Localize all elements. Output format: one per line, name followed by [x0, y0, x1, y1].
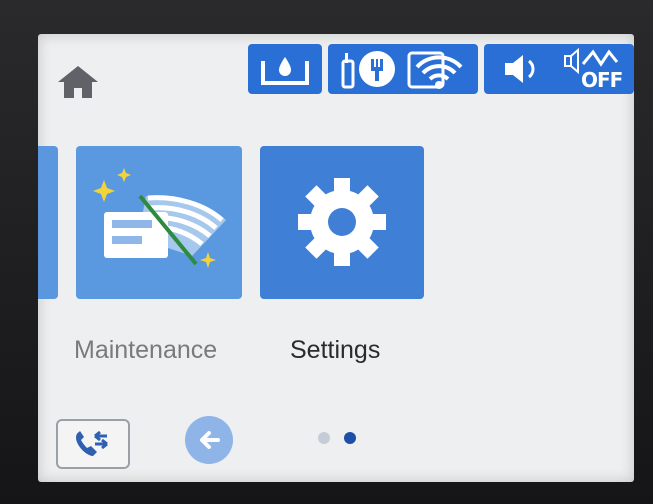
gear-icon	[298, 178, 386, 266]
sound-icon	[505, 55, 535, 83]
settings-tile[interactable]	[260, 146, 424, 299]
ink-status	[248, 44, 322, 94]
back-arrow-icon	[200, 431, 220, 449]
wifi-icon	[407, 51, 463, 89]
fax-icon	[76, 430, 108, 456]
quiet-mode-text: OFF	[581, 68, 623, 92]
sound-status: OFF	[484, 44, 634, 94]
touch-screen: OFF Maintenance Settings	[38, 34, 634, 482]
ink-level-button[interactable]	[248, 44, 322, 94]
page-dot-1[interactable]	[318, 432, 330, 444]
quiet-mode-icon: OFF	[561, 46, 623, 92]
network-status	[328, 44, 478, 94]
page-indicator	[318, 432, 356, 444]
home-button[interactable]	[54, 62, 102, 102]
ink-level-icon	[261, 57, 309, 85]
wifi-direct-icon	[341, 51, 395, 89]
previous-tile[interactable]	[38, 146, 58, 299]
home-icon	[58, 66, 98, 98]
network-button[interactable]	[328, 44, 478, 94]
back-button[interactable]	[185, 416, 233, 464]
page-dot-2[interactable]	[344, 432, 356, 444]
maintenance-tile[interactable]	[76, 146, 242, 299]
maintenance-label[interactable]: Maintenance	[74, 336, 217, 365]
sound-button[interactable]: OFF	[484, 44, 634, 94]
maintenance-icon	[93, 168, 226, 268]
settings-label[interactable]: Settings	[290, 336, 380, 365]
fax-button[interactable]	[56, 419, 130, 469]
